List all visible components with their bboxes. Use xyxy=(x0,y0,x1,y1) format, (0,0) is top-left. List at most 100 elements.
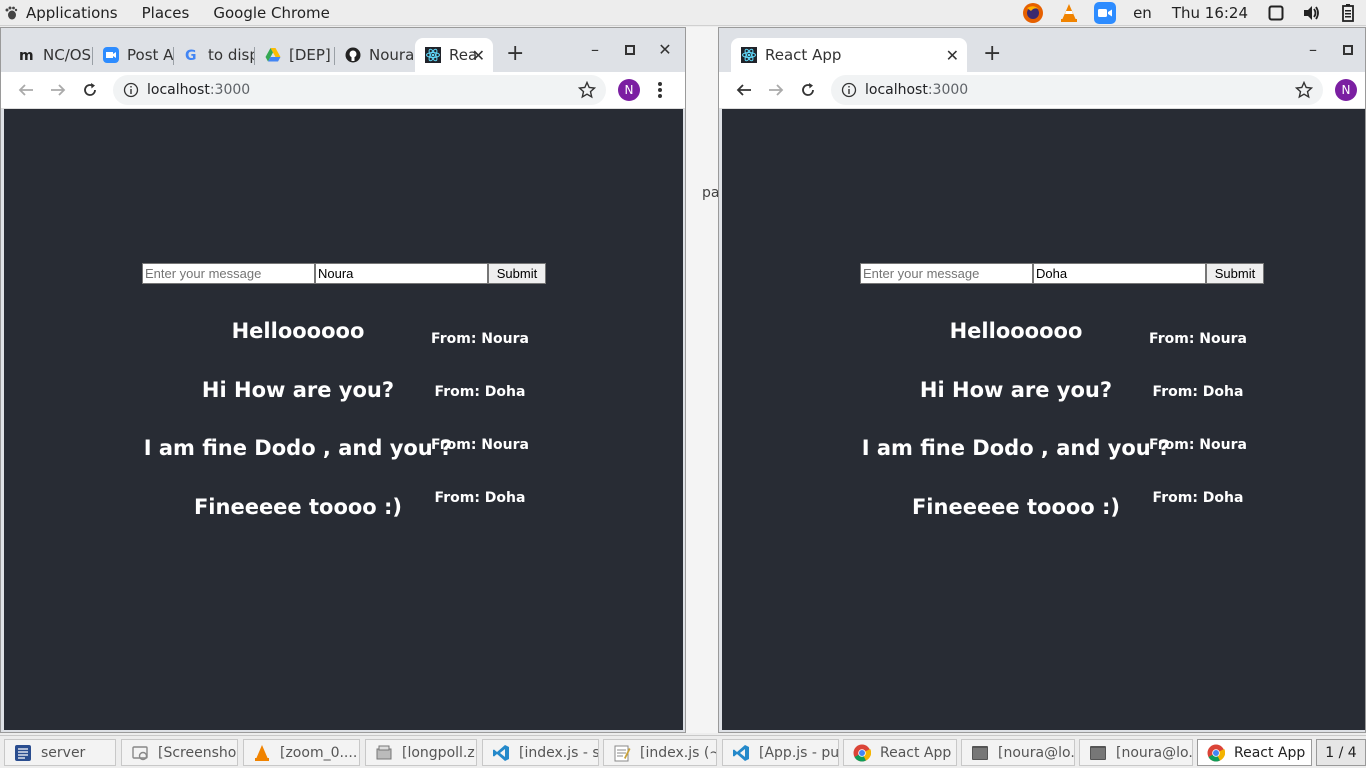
message-from: From: Noura xyxy=(431,437,529,453)
chrome-icon xyxy=(852,743,872,763)
close-window-button[interactable]: ✕ xyxy=(655,40,675,59)
url-text: localhost:3000 xyxy=(865,82,968,98)
name-input[interactable] xyxy=(315,263,488,284)
battery-icon[interactable] xyxy=(1337,2,1359,24)
zoom-icon[interactable] xyxy=(1094,2,1117,24)
vscode-icon xyxy=(731,743,751,763)
profile-avatar[interactable]: N xyxy=(618,79,640,101)
profile-avatar[interactable]: N xyxy=(1335,79,1357,101)
message-input[interactable] xyxy=(860,263,1033,284)
address-bar[interactable]: localhost:3000 xyxy=(113,75,606,105)
bookmark-star-icon[interactable] xyxy=(1295,81,1313,99)
tab-react-app[interactable]: React App ✕ xyxy=(731,38,967,72)
maximize-button[interactable] xyxy=(1338,40,1358,59)
task-longpoll[interactable]: [longpoll.zi... xyxy=(365,739,477,766)
background-text: pa xyxy=(702,185,720,201)
task-index-editor[interactable]: [index.js (~... xyxy=(603,739,717,766)
new-tab-button[interactable]: + xyxy=(506,42,524,66)
info-icon[interactable] xyxy=(123,82,139,98)
tab-close-icon[interactable]: ✕ xyxy=(472,46,485,65)
browser-toolbar: localhost:3000 N xyxy=(719,72,1365,109)
bookmark-star-icon[interactable] xyxy=(578,81,596,99)
name-input[interactable] xyxy=(1033,263,1206,284)
tab-strip: m NC/OS Post A G to disp [DEP] Noura Rea… xyxy=(1,28,685,72)
chrome-window-right: React App ✕ + – localhost:3000 N Submit … xyxy=(718,27,1366,733)
message-from: From: Doha xyxy=(1152,490,1244,506)
message-form: Submit xyxy=(142,263,546,284)
chrome-icon xyxy=(1206,743,1226,763)
message-text: I am fine Dodo , and you ? xyxy=(143,436,453,460)
volume-icon[interactable] xyxy=(1301,2,1323,24)
task-terminal-2[interactable]: [noura@lo... xyxy=(1079,739,1193,766)
task-index-vscode[interactable]: [index.js - s... xyxy=(482,739,599,766)
react-icon xyxy=(425,47,441,63)
message-text: Fineeeee toooo :) xyxy=(193,495,403,519)
tab-github[interactable]: Noura xyxy=(335,38,415,72)
chrome-window-left: m NC/OS Post A G to disp [DEP] Noura Rea… xyxy=(0,27,686,733)
message-input[interactable] xyxy=(142,263,315,284)
clock[interactable]: Thu 16:24 xyxy=(1172,4,1248,22)
tab-label: [DEP] xyxy=(289,46,331,64)
task-react-app-1[interactable]: React App ... xyxy=(843,739,957,766)
message-text: Helloooooo xyxy=(949,319,1083,343)
taskbar: server [Screensho... [zoom_0.... [longpo… xyxy=(0,735,1366,768)
task-label: [zoom_0.... xyxy=(280,744,358,761)
submit-button[interactable]: Submit xyxy=(1206,263,1264,284)
vlc-icon[interactable] xyxy=(1058,2,1080,24)
message-text: Hi How are you? xyxy=(919,378,1113,402)
tab-google[interactable]: G to disp xyxy=(174,38,255,72)
tab-react-app[interactable]: Rea ✕ xyxy=(415,38,493,72)
message-from: From: Doha xyxy=(1152,384,1244,400)
task-zoom[interactable]: [zoom_0.... xyxy=(243,739,360,766)
tab-label: React App xyxy=(765,46,842,64)
task-terminal-1[interactable]: [noura@lo... xyxy=(961,739,1075,766)
info-icon[interactable] xyxy=(841,82,857,98)
tab-close-icon[interactable]: ✕ xyxy=(946,46,959,65)
terminal-icon xyxy=(1088,743,1108,763)
vscode-icon xyxy=(491,743,511,763)
maximize-button[interactable] xyxy=(620,40,640,59)
address-bar[interactable]: localhost:3000 xyxy=(831,75,1323,105)
task-label: [index.js - s... xyxy=(519,744,599,761)
tab-label: Post A xyxy=(127,46,174,64)
screenshot-icon xyxy=(130,743,150,763)
tab-drive[interactable]: [DEP] xyxy=(255,38,335,72)
text-editor-icon xyxy=(612,743,632,763)
new-tab-button[interactable]: + xyxy=(983,42,1001,66)
top-panel: Applications Places Google Chrome en Thu… xyxy=(0,0,1366,26)
forward-arrow-icon[interactable] xyxy=(47,79,69,101)
applications-menu[interactable]: Applications xyxy=(0,0,130,26)
system-tray: en Thu 16:24 xyxy=(1015,0,1366,26)
page-viewport: Submit Helloooooo From: Noura Hi How are… xyxy=(4,109,683,730)
screen-icon[interactable] xyxy=(1265,2,1287,24)
gnome-foot-icon xyxy=(5,6,18,19)
firefox-icon[interactable] xyxy=(1022,2,1044,24)
workspace-pager[interactable]: 1 / 4 xyxy=(1316,739,1366,766)
tab-post[interactable]: Post A xyxy=(93,38,174,72)
reload-icon[interactable] xyxy=(79,79,101,101)
task-server[interactable]: server xyxy=(4,739,116,766)
google-chrome-menu[interactable]: Google Chrome xyxy=(201,0,342,26)
menu-dots-icon[interactable] xyxy=(655,79,665,101)
task-label: [noura@lo... xyxy=(1116,744,1193,761)
zoom-icon xyxy=(103,47,119,63)
url-port: :3000 xyxy=(209,82,251,98)
keyboard-language[interactable]: en xyxy=(1133,4,1152,22)
minimize-button[interactable]: – xyxy=(1303,40,1323,59)
minimize-button[interactable]: – xyxy=(585,40,605,59)
task-screenshot[interactable]: [Screensho... xyxy=(121,739,238,766)
task-label: [App.js - pu... xyxy=(759,744,839,761)
back-arrow-icon[interactable] xyxy=(15,79,37,101)
vlc-icon xyxy=(252,743,272,763)
back-arrow-icon[interactable] xyxy=(733,79,755,101)
places-menu[interactable]: Places xyxy=(130,0,202,26)
task-react-app-2[interactable]: React App ... xyxy=(1197,739,1312,766)
reload-icon[interactable] xyxy=(797,79,819,101)
forward-arrow-icon[interactable] xyxy=(765,79,787,101)
task-label: [longpoll.zi... xyxy=(402,744,476,761)
task-app-vscode[interactable]: [App.js - pu... xyxy=(722,739,839,766)
submit-button[interactable]: Submit xyxy=(488,263,546,284)
tab-ncos[interactable]: m NC/OS xyxy=(9,38,93,72)
url-host: localhost xyxy=(865,82,928,98)
message-text: Hi How are you? xyxy=(201,378,395,402)
